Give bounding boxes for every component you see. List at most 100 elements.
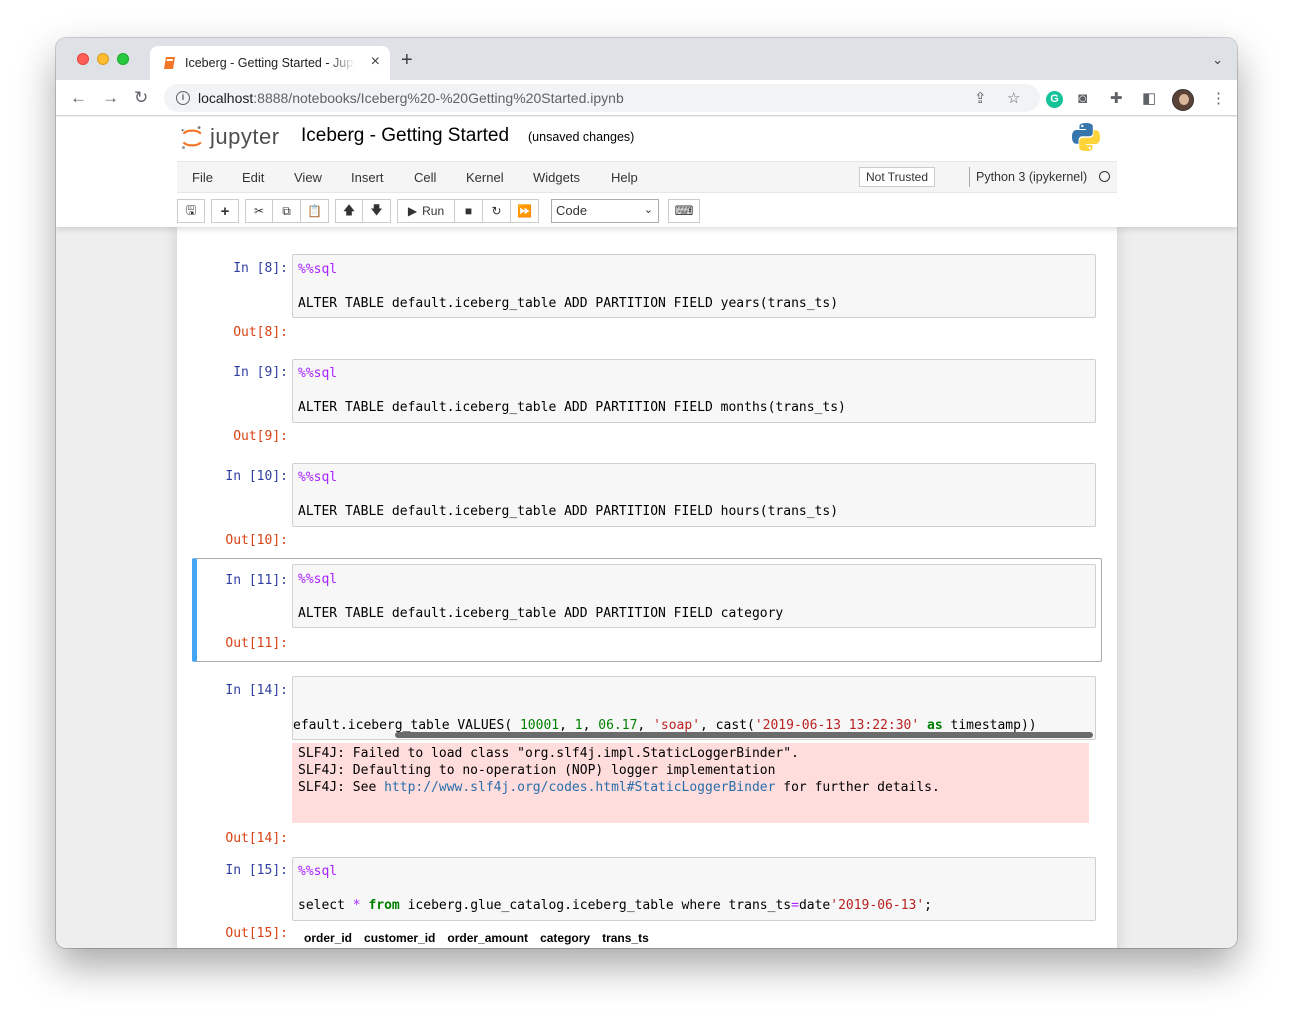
input-prompt: In [15]: [225,863,288,878]
python-logo-icon [1072,123,1100,151]
menu-view[interactable]: View [294,170,322,185]
copy-icon[interactable]: ⧉ [273,199,301,223]
jupyter-header: jupyter Iceberg - Getting Started (unsav… [56,117,1237,227]
code-cell[interactable]: In [14]: efault.iceberg_table VALUES( 10… [192,668,1102,848]
notebook-toolbar: 🖫 + ✂ ⧉ 📋 🡅 🡇 ▶ Run ■ ↻ ⏩ [177,199,545,223]
url-text[interactable]: localhost:8888/notebooks/Iceberg%20-%20G… [198,90,624,106]
browser-menu-icon[interactable]: ⋮ [1211,91,1226,107]
input-prompt: In [9]: [233,365,288,380]
interrupt-stop-icon[interactable]: ■ [455,199,483,223]
code-cell[interactable]: In [15]: %%sql select * from iceberg.glu… [192,856,1102,948]
code-input[interactable]: %%sql ALTER TABLE default.iceberg_table … [292,564,1096,628]
profile-avatar[interactable] [1172,89,1194,111]
jupyter-logo-text[interactable]: jupyter [210,124,280,150]
column-header: order_id [304,931,353,945]
menu-file[interactable]: File [192,170,213,185]
forward-arrow-icon[interactable]: → [102,88,119,108]
site-info-icon[interactable]: i [176,91,190,105]
menu-help[interactable]: Help [611,170,638,185]
back-arrow-icon[interactable]: ← [70,88,87,108]
code-cell[interactable]: In [8]: %%sql ALTER TABLE default.iceber… [192,252,1102,348]
side-panel-icon[interactable]: ◧ [1142,91,1156,107]
column-header: trans_ts [602,931,649,945]
code-line: efault.iceberg_table VALUES( 10001, 1, 0… [293,718,1037,733]
code-cell-selected[interactable]: In [11]: %%sql ALTER TABLE default.icebe… [192,558,1102,662]
notebook-favicon-icon [164,57,175,69]
notebook-container: In [8]: %%sql ALTER TABLE default.iceber… [177,227,1117,948]
cell-magic: %%sql [298,262,338,277]
extensions-puzzle-icon[interactable]: ✚ [1110,91,1123,107]
keyboard-shortcuts-icon[interactable]: ⌨ [668,199,700,223]
kernel-name[interactable]: Python 3 (ipykernel) [969,167,1087,187]
output-prompt: Out[8]: [233,325,288,340]
tab-search-chevron-icon[interactable]: ⌄ [1212,52,1223,68]
cell-magic: %%sql [298,470,338,485]
close-window-button[interactable] [77,53,89,65]
cell-magic: %%sql [298,366,338,381]
column-header: category [540,931,591,945]
cell-type-value: Code [556,203,588,218]
browser-toolbar: ← → ↻ i localhost:8888/notebooks/Iceberg… [56,80,1237,116]
paste-icon[interactable]: 📋 [301,199,329,223]
column-header: customer_id [364,931,436,945]
code-line: ALTER TABLE default.iceberg_table ADD PA… [298,400,846,415]
restart-kernel-icon[interactable]: ↻ [483,199,511,223]
jupyter-logo-icon[interactable] [180,123,206,153]
notebook-title[interactable]: Iceberg - Getting Started [301,125,509,147]
tab-strip: Iceberg - Getting Started - Jupyter Note… [56,38,1237,80]
horizontal-scrollbar[interactable] [395,732,1093,738]
menu-widgets[interactable]: Widgets [533,170,580,185]
browser-window: Iceberg - Getting Started - Jupyter Note… [56,38,1237,948]
minimize-window-button[interactable] [97,53,109,65]
menu-insert[interactable]: Insert [351,170,384,185]
output-prompt: Out[10]: [225,533,288,548]
stderr-line: SLF4J: Failed to load class "org.slf4j.i… [298,746,799,761]
bookmark-star-icon[interactable]: ☆ [1007,89,1020,107]
save-icon[interactable]: 🖫 [177,199,205,223]
menu-edit[interactable]: Edit [242,170,264,185]
code-line: ALTER TABLE default.iceberg_table ADD PA… [298,504,839,519]
code-cell[interactable]: In [10]: %%sql ALTER TABLE default.icebe… [192,462,1102,558]
not-trusted-button[interactable]: Not Trusted [859,167,936,187]
code-line: ALTER TABLE default.iceberg_table ADD PA… [298,606,784,621]
code-input[interactable]: %%sql ALTER TABLE default.iceberg_table … [292,254,1096,318]
play-icon: ▶ [407,204,418,218]
output-prompt: Out[14]: [225,831,288,846]
input-prompt: In [10]: [225,469,288,484]
menu-cell[interactable]: Cell [414,170,436,185]
run-button[interactable]: ▶ Run [397,199,455,223]
move-up-arrow-icon[interactable]: 🡅 [335,199,363,223]
reload-icon[interactable]: ↻ [134,88,148,108]
cell-type-select[interactable]: Code ⌄ [551,199,659,223]
cell-magic: %%sql [298,572,338,587]
new-tab-icon[interactable]: + [401,50,413,70]
code-cell[interactable]: In [9]: %%sql ALTER TABLE default.iceber… [192,357,1102,453]
slf4j-link[interactable]: http://www.slf4j.org/codes.html#StaticLo… [384,780,775,795]
browser-tab-active[interactable]: Iceberg - Getting Started - Jupyter Note… [150,46,390,80]
code-input[interactable]: %%sql ALTER TABLE default.iceberg_table … [292,463,1096,527]
grammarly-extension-icon[interactable]: G [1046,91,1063,108]
camera-extension-icon[interactable]: ◙ [1078,91,1087,107]
menu-kernel[interactable]: Kernel [466,170,504,185]
cut-scissors-icon[interactable]: ✂ [245,199,273,223]
column-header: order_amount [447,931,529,945]
move-down-arrow-icon[interactable]: 🡇 [363,199,391,223]
code-input[interactable]: %%sql select * from iceberg.glue_catalog… [292,857,1096,921]
stderr-line: SLF4J: Defaulting to no-operation (NOP) … [298,763,776,778]
maximize-window-button[interactable] [117,53,129,65]
stderr-line: SLF4J: See http://www.slf4j.org/codes.ht… [298,780,940,795]
input-prompt: In [14]: [225,683,288,698]
insert-cell-plus-icon[interactable]: + [211,199,239,223]
code-input-scrolled[interactable]: efault.iceberg_table VALUES( 10001, 1, 0… [292,676,1096,740]
stderr-output: SLF4J: Failed to load class "org.slf4j.i… [292,743,1089,823]
save-status: (unsaved changes) [528,130,635,144]
address-bar[interactable]: i localhost:8888/notebooks/Iceberg%20-%2… [164,84,1040,112]
kernel-status-indicator-icon [1099,171,1110,182]
url-host: localhost [198,90,254,106]
code-line: ALTER TABLE default.iceberg_table ADD PA… [298,296,839,311]
output-prompt: Out[9]: [233,429,288,444]
code-input[interactable]: %%sql ALTER TABLE default.iceberg_table … [292,359,1096,423]
tab-close-icon[interactable]: × [371,54,380,70]
share-icon[interactable]: ⇪ [974,89,987,107]
restart-run-all-icon[interactable]: ⏩ [511,199,539,223]
